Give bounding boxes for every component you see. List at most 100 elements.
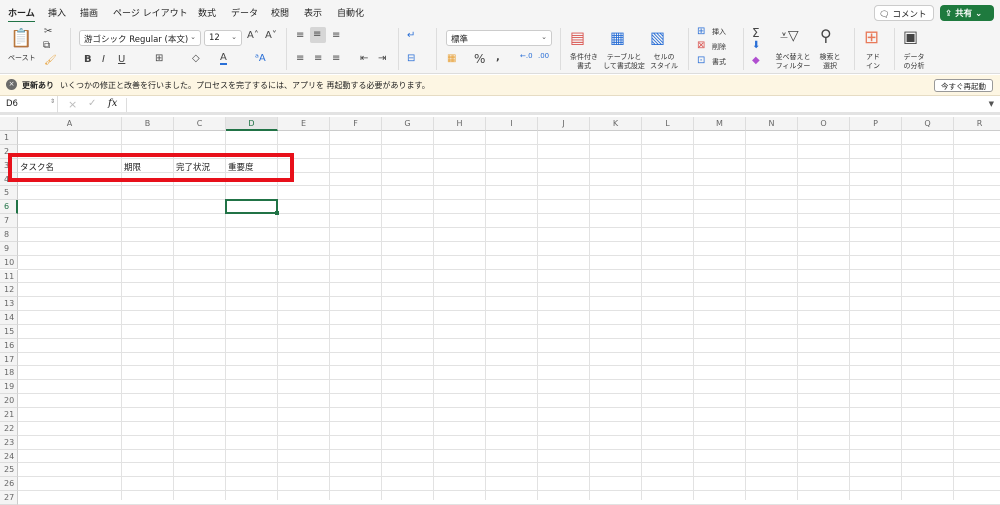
sort-filter-button[interactable]: 並べ替えと フィルター [774,53,812,71]
tab-review[interactable]: 校閲 [271,6,289,19]
name-box-stepper-icon[interactable]: ⇕ [50,98,55,105]
search-icon[interactable]: ⚲ [820,26,832,45]
cell-styles-icon[interactable]: ▧ [650,28,665,47]
accounting-format-icon[interactable]: ▦ [447,53,456,64]
row-header-17[interactable]: 17 [0,352,18,367]
decrease-indent-icon[interactable]: ⇤ [360,53,368,64]
tab-data[interactable]: データ [231,6,258,19]
format-as-table-icon[interactable]: ▦ [610,28,625,47]
insert-cells-icon[interactable]: ⊞ [697,26,705,37]
close-icon[interactable]: × [6,79,17,90]
row-header-6[interactable]: 6 [0,200,18,215]
cell-styles-button[interactable]: セルの スタイル [646,53,682,71]
number-format-select[interactable]: 標準 ⌄ [446,30,552,46]
column-header-A[interactable]: A [18,117,122,131]
row-header-20[interactable]: 20 [0,394,18,408]
column-header-N[interactable]: N [746,117,798,131]
row-header-25[interactable]: 25 [0,463,18,478]
row-header-16[interactable]: 16 [0,338,18,353]
column-header-F[interactable]: F [330,117,382,131]
row-header-13[interactable]: 13 [0,297,18,312]
select-all-button[interactable] [0,117,18,131]
tab-home[interactable]: ホーム [8,6,35,23]
paste-label[interactable]: ペースト [8,54,36,63]
format-cells-icon[interactable]: ⊡ [697,55,705,66]
insert-function-icon[interactable]: fx [108,98,117,109]
column-header-L[interactable]: L [642,117,694,131]
tab-automate[interactable]: 自動化 [337,6,364,19]
addins-button[interactable]: アド イン [862,53,884,71]
row-header-24[interactable]: 24 [0,449,18,464]
conditional-format-button[interactable]: 条件付き 書式 [566,53,602,71]
find-select-button[interactable]: 検索と 選択 [816,53,844,71]
row-header-1[interactable]: 1 [0,131,18,145]
row-header-27[interactable]: 27 [0,491,18,505]
comment-button[interactable]: 🗨 コメント [874,5,934,21]
align-right-icon[interactable]: ≡ [332,53,340,64]
restart-now-button[interactable]: 今すぐ再起動 [934,79,993,92]
fill-handle[interactable] [275,211,279,216]
autosum-icon[interactable]: Σ [752,26,760,40]
column-header-O[interactable]: O [798,117,850,131]
tab-formulas[interactable]: 数式 [198,6,216,19]
delete-cells-button[interactable]: 削除 [712,43,726,52]
decrease-decimal-icon[interactable]: .00 [538,52,549,60]
borders-icon[interactable]: ⊞ [155,53,163,64]
column-header-D[interactable]: D [226,117,278,131]
row-header-10[interactable]: 10 [0,255,18,270]
decrease-font-icon[interactable]: A˅ [265,30,277,41]
share-button[interactable]: ⇪ 共有 ⌄ [940,5,994,21]
clear-icon[interactable]: ◆ [752,55,760,66]
column-header-G[interactable]: G [382,117,434,131]
align-bottom-icon[interactable]: ≡ [332,30,340,41]
row-header-22[interactable]: 22 [0,421,18,436]
row-header-23[interactable]: 23 [0,435,18,450]
bold-icon[interactable]: B [84,54,92,65]
percent-icon[interactable]: % [474,52,485,66]
phonetic-icon[interactable]: ᵃA [255,53,266,64]
font-color-icon[interactable]: A [220,52,227,65]
row-header-14[interactable]: 14 [0,311,18,325]
font-name-select[interactable]: 游ゴシック Regular (本文) ⌄ [79,30,201,46]
merge-center-icon[interactable]: ⊟ [407,53,415,64]
row-header-8[interactable]: 8 [0,227,18,242]
italic-icon[interactable]: I [102,54,105,65]
align-center-icon[interactable]: ≡ [314,53,322,64]
formula-input[interactable] [126,98,980,112]
row-header-5[interactable]: 5 [0,186,18,201]
row-header-26[interactable]: 26 [0,477,18,492]
wrap-text-icon[interactable]: ↵ [407,30,415,41]
column-header-R[interactable]: R [954,117,1000,131]
tab-insert[interactable]: 挿入 [48,6,66,19]
column-header-H[interactable]: H [434,117,486,131]
copy-icon[interactable]: ⧉ [43,40,50,51]
selected-cell-outline[interactable] [225,199,278,215]
fill-icon[interactable]: ⬇ [752,40,760,51]
expand-formula-bar-icon[interactable]: ▼ [989,100,994,108]
increase-decimal-icon[interactable]: ←.0 [520,52,533,60]
fill-color-icon[interactable]: ◇ [192,53,200,64]
increase-font-icon[interactable]: A˄ [247,30,259,41]
row-header-12[interactable]: 12 [0,283,18,298]
row-header-11[interactable]: 11 [0,269,18,284]
increase-indent-icon[interactable]: ⇥ [378,53,386,64]
column-header-P[interactable]: P [850,117,902,131]
comma-style-icon[interactable]: , [496,52,500,63]
column-header-C[interactable]: C [174,117,226,131]
format-painter-icon[interactable]: 🖌 [44,55,57,66]
tab-view[interactable]: 表示 [304,6,322,19]
analyze-data-button[interactable]: データ の分析 [900,53,928,71]
row-header-19[interactable]: 19 [0,380,18,395]
column-header-M[interactable]: M [694,117,746,131]
column-header-B[interactable]: B [122,117,174,131]
addins-icon[interactable]: ⊞ [864,27,879,48]
column-header-E[interactable]: E [278,117,330,131]
format-cells-button[interactable]: 書式 [712,58,726,67]
row-header-15[interactable]: 15 [0,324,18,339]
delete-cells-icon[interactable]: ⊠ [697,40,705,51]
format-as-table-button[interactable]: テーブルと して書式設定 [602,53,646,71]
cut-icon[interactable]: ✂ [44,26,52,37]
row-header-9[interactable]: 9 [0,241,18,256]
analyze-data-icon[interactable]: ▣ [903,27,918,46]
column-header-J[interactable]: J [538,117,590,131]
